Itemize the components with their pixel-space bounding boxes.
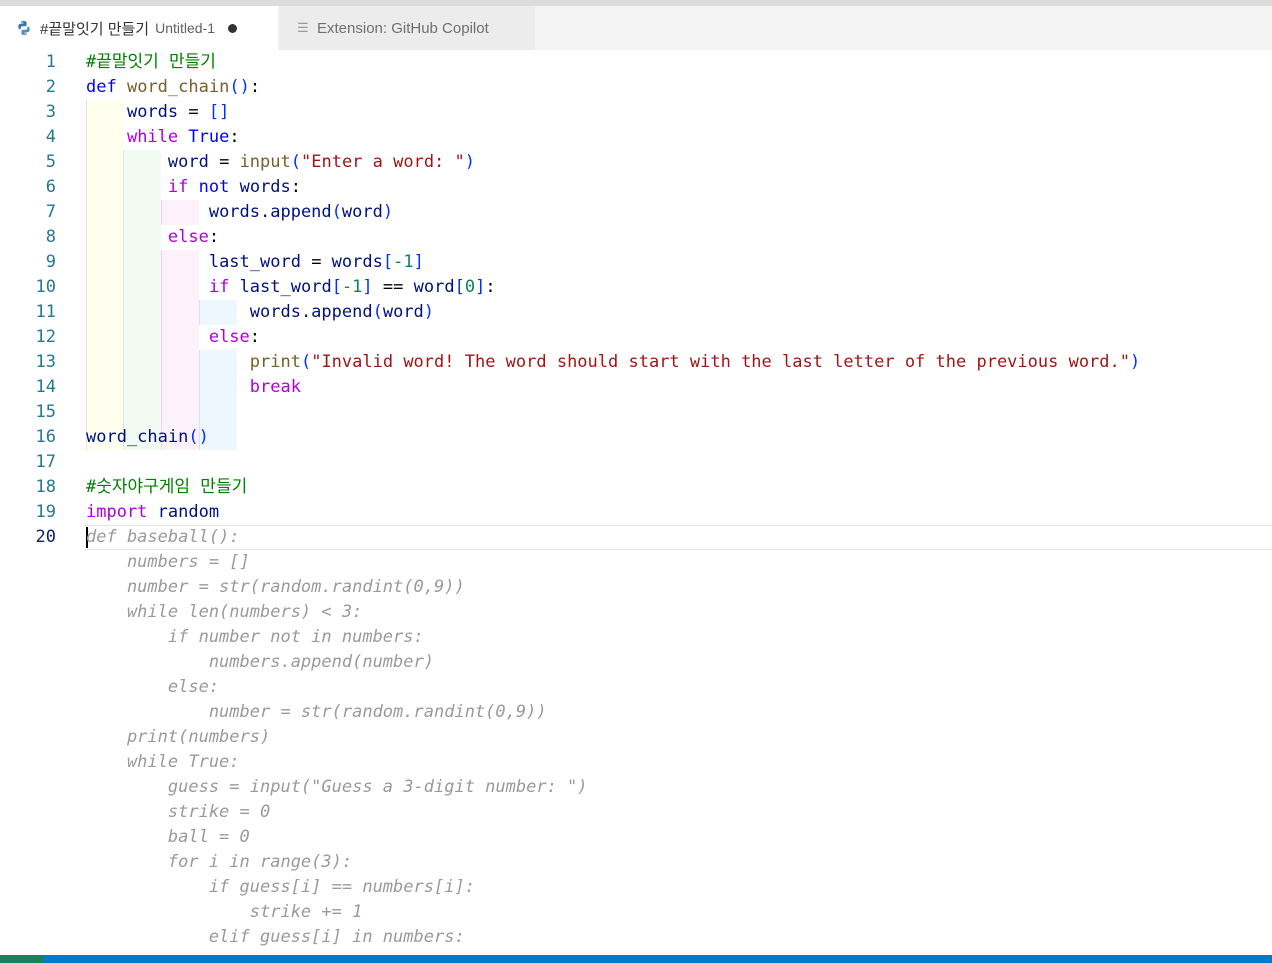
keyword: else: [208, 327, 250, 347]
keyword: if: [167, 177, 189, 197]
tab-file-name: Untitled-1: [155, 20, 216, 36]
function-name: word_chain: [126, 77, 230, 97]
code-line[interactable]: #숫자야구게임 만들기: [86, 475, 247, 500]
unsaved-dot-icon[interactable]: [228, 23, 238, 33]
keyword: import: [86, 502, 148, 522]
ghost-suggestion-line: numbers.append(number): [86, 652, 434, 672]
variable: last_word: [208, 252, 301, 272]
code-line[interactable]: if last_word[-1] == word[0]:: [86, 275, 496, 300]
tab-title: #끝말잇기 만들기: [40, 20, 150, 38]
module-name: random: [157, 502, 220, 522]
line-number: 17: [35, 452, 56, 472]
method-call: words.append: [208, 202, 332, 222]
keyword: while: [126, 127, 179, 147]
ghost-suggestion-line: if number not in numbers:: [86, 627, 424, 647]
editor-tab-bar: #끝말잇기 만들기 Untitled-1 ☰ Extension: GitHub…: [0, 6, 1272, 50]
method-call: words.append: [249, 302, 373, 322]
comment: #끝말잇기 만들기: [86, 52, 216, 72]
keyword: not: [198, 177, 230, 197]
ghost-suggestion-line: strike += 1: [86, 902, 363, 922]
function-call: word_chain: [86, 427, 189, 447]
variable: word: [341, 202, 383, 222]
code-editor[interactable]: 1 2 3 4 5 6 7 8 9 10 11 12 13 14 15 16 1…: [0, 50, 1272, 955]
ghost-suggestion-line: while True:: [86, 752, 240, 772]
code-line[interactable]: break: [86, 375, 301, 400]
tab-extension-copilot[interactable]: ☰ Extension: GitHub Copilot: [279, 6, 535, 50]
python-file-icon: [18, 21, 30, 35]
string: "Invalid word! The word should start wit…: [311, 352, 1130, 372]
line-number: 18: [35, 477, 56, 497]
line-number: 5: [45, 152, 56, 172]
code-line[interactable]: word_chain(): [86, 425, 209, 450]
code-line[interactable]: else:: [86, 225, 219, 250]
ghost-suggestion-line: for i in range(3):: [86, 852, 353, 872]
line-number: 14: [35, 377, 56, 397]
ghost-suggestion-line: number = str(random.randint(0,9)): [86, 577, 465, 597]
code-line[interactable]: def word_chain():: [86, 75, 260, 100]
line-number: 9: [45, 252, 56, 272]
line-number: 2: [45, 77, 56, 97]
code-line[interactable]: print("Invalid word! The word should sta…: [86, 350, 1140, 375]
ghost-suggestion-line: elif guess[i] in numbers:: [86, 927, 465, 947]
code-line[interactable]: import random: [86, 500, 219, 525]
line-number: 13: [35, 352, 56, 372]
code-line[interactable]: last_word = words[-1]: [86, 250, 424, 275]
line-number: 7: [45, 202, 56, 222]
ghost-suggestion-line: print(numbers): [86, 727, 271, 747]
code-line[interactable]: words.append(word): [86, 200, 393, 225]
keyword: else: [167, 227, 209, 247]
line-number: 6: [45, 177, 56, 197]
ghost-suggestion-line: number = str(random.randint(0,9)): [86, 702, 547, 722]
line-number: 8: [45, 227, 56, 247]
line-number: 10: [35, 277, 56, 297]
code-line[interactable]: #끝말잇기 만들기: [86, 50, 216, 75]
line-number: 15: [35, 402, 56, 422]
code-line[interactable]: else:: [86, 325, 260, 350]
keyword: break: [249, 377, 301, 397]
variable: words: [126, 102, 179, 122]
ghost-suggestion-line: while len(numbers) < 3:: [86, 602, 363, 622]
variable: last_word: [239, 277, 332, 297]
variable: word: [167, 152, 209, 172]
function-call: input: [239, 152, 291, 172]
line-number-current: 20: [35, 527, 56, 547]
ghost-suggestion-line: else:: [86, 677, 220, 697]
remote-indicator[interactable]: [0, 955, 44, 963]
variable: words: [331, 252, 383, 272]
tab-untitled-1[interactable]: #끝말잇기 만들기 Untitled-1: [0, 6, 278, 50]
code-line[interactable]: if not words:: [86, 175, 301, 200]
line-number: 11: [35, 302, 56, 322]
keyword: def: [86, 77, 117, 97]
string: "Enter a word: ": [301, 152, 465, 172]
line-number: 3: [45, 102, 56, 122]
current-line-highlight: [84, 525, 1272, 550]
constant: True: [188, 127, 230, 147]
line-number: 19: [35, 502, 56, 522]
ghost-suggestion-line: strike = 0: [86, 802, 271, 822]
keyword: if: [208, 277, 230, 297]
variable: word: [413, 277, 455, 297]
line-number: 12: [35, 327, 56, 347]
line-number: 4: [45, 127, 56, 147]
ghost-suggestion-line: numbers = []: [86, 552, 250, 572]
function-call: print: [249, 352, 301, 372]
ghost-suggestion-line: if guess[i] == numbers[i]:: [86, 877, 475, 897]
ghost-suggestion-line: def baseball():: [86, 527, 240, 547]
code-line[interactable]: word = input("Enter a word: "): [86, 150, 475, 175]
ghost-suggestion-line: guess = input("Guess a 3-digit number: "…: [86, 777, 588, 797]
code-line[interactable]: words = []: [86, 100, 229, 125]
line-number: 16: [35, 427, 56, 447]
code-line[interactable]: words.append(word): [86, 300, 434, 325]
line-number: 1: [45, 52, 56, 72]
code-line[interactable]: while True:: [86, 125, 240, 150]
status-bar: [0, 955, 1272, 963]
variable: word: [382, 302, 424, 322]
preview-icon: ☰: [297, 20, 309, 35]
variable: words: [239, 177, 291, 197]
ghost-suggestion-line: ball = 0: [86, 827, 250, 847]
comment: #숫자야구게임 만들기: [86, 477, 248, 497]
tab-title: Extension: GitHub Copilot: [317, 19, 489, 37]
